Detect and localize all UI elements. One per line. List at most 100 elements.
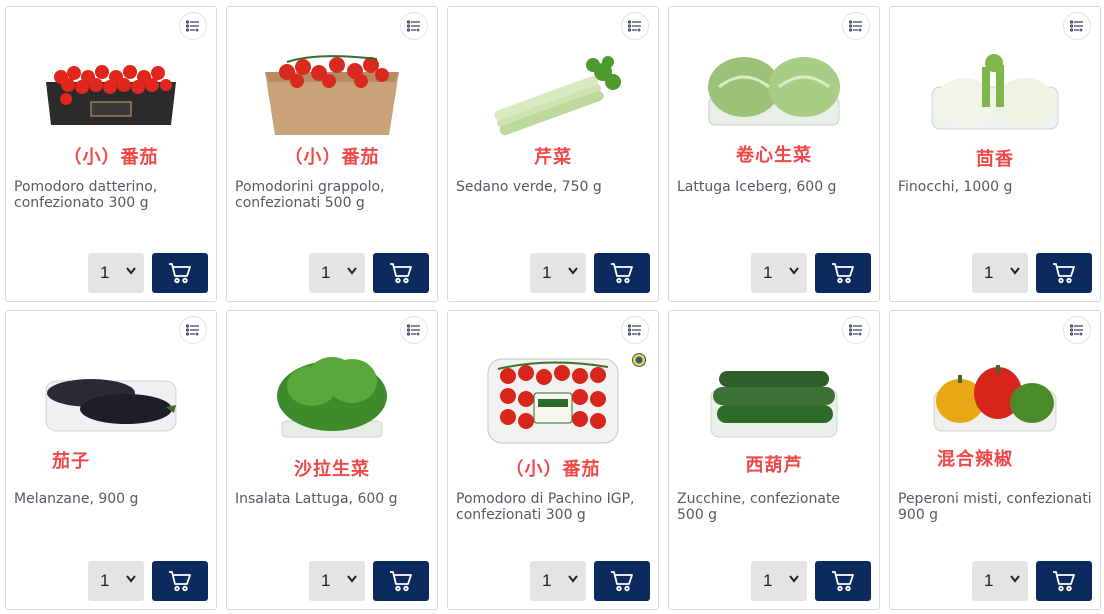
product-name: Finocchi, 1000 g	[898, 179, 1013, 195]
cart-icon	[1053, 263, 1075, 284]
add-to-list-button[interactable]	[400, 12, 428, 40]
add-to-cart-button[interactable]	[815, 253, 871, 293]
zucchini-image	[710, 371, 838, 438]
product-card: 混合辣椒 Peperoni misti, confezionati 900 g …	[889, 310, 1101, 610]
fennel-image	[931, 54, 1059, 130]
add-to-cart-button[interactable]	[1036, 253, 1092, 293]
quantity-value: 1	[763, 571, 773, 590]
product-name: Pomodorini grappolo, confezionati 500 g	[235, 179, 385, 211]
product-chinese-label: 芹菜	[534, 147, 572, 167]
quantity-value: 1	[542, 263, 552, 282]
vine-tomato-cardboard-image	[265, 55, 399, 135]
add-to-cart-button[interactable]	[815, 561, 871, 601]
cart-icon	[832, 263, 854, 284]
add-to-cart-button[interactable]	[373, 561, 429, 601]
product-card: （小）番茄 Pomodoro datterino, confezionato 3…	[5, 6, 217, 302]
product-card: 卷心生菜 Lattuga Iceberg, 600 g 1	[668, 6, 880, 302]
add-to-list-button[interactable]	[1063, 316, 1091, 344]
quantity-select[interactable]: 1	[972, 561, 1028, 601]
mixed-peppers-image	[933, 365, 1057, 432]
add-to-list-button[interactable]	[179, 316, 207, 344]
cherry-tomato-box-image	[46, 65, 176, 125]
list-add-icon	[628, 20, 641, 32]
add-to-cart-button[interactable]	[152, 561, 208, 601]
product-name: Pomodoro datterino, confezionato 300 g	[14, 179, 158, 211]
chevron-down-icon	[1010, 575, 1020, 583]
quantity-value: 1	[984, 263, 994, 282]
chevron-down-icon	[568, 267, 578, 275]
cart-icon	[390, 571, 412, 592]
add-to-list-button[interactable]	[621, 316, 649, 344]
quantity-select[interactable]: 1	[88, 253, 144, 293]
cart-icon	[1053, 571, 1075, 592]
quantity-select[interactable]: 1	[751, 253, 807, 293]
chevron-down-icon	[789, 267, 799, 275]
lettuce-image	[277, 357, 387, 438]
quantity-value: 1	[321, 571, 331, 590]
add-to-list-button[interactable]	[621, 12, 649, 40]
product-name: Melanzane, 900 g	[14, 491, 139, 507]
list-add-icon	[407, 324, 420, 336]
eggplant-image	[45, 379, 177, 432]
product-card: （小）番茄 Pomodorini grappolo, confezionati …	[226, 6, 438, 302]
list-add-icon	[186, 20, 199, 32]
cart-icon	[611, 263, 633, 284]
igp-badge-icon	[632, 353, 646, 367]
quantity-select[interactable]: 1	[530, 253, 586, 293]
add-to-list-button[interactable]	[842, 12, 870, 40]
chevron-down-icon	[126, 575, 136, 583]
product-card: 茄子 Melanzane, 900 g 1	[5, 310, 217, 610]
chevron-down-icon	[789, 575, 799, 583]
quantity-value: 1	[100, 263, 110, 282]
iceberg-lettuce-image	[708, 57, 840, 126]
product-name: Lattuga Iceberg, 600 g	[677, 179, 837, 195]
product-chinese-label: 沙拉生菜	[294, 459, 370, 479]
product-card: 芹菜 Sedano verde, 750 g 1	[447, 6, 659, 302]
quantity-select[interactable]: 1	[309, 253, 365, 293]
quantity-value: 1	[984, 571, 994, 590]
quantity-select[interactable]: 1	[530, 561, 586, 601]
add-to-list-button[interactable]	[1063, 12, 1091, 40]
quantity-select[interactable]: 1	[972, 253, 1028, 293]
chevron-down-icon	[347, 575, 357, 583]
product-card: 西葫芦 Zucchine, confezionate 500 g 1	[668, 310, 880, 610]
celery-image	[494, 56, 621, 136]
chevron-down-icon	[126, 267, 136, 275]
chevron-down-icon	[347, 267, 357, 275]
quantity-value: 1	[542, 571, 552, 590]
quantity-select[interactable]: 1	[309, 561, 365, 601]
add-to-list-button[interactable]	[400, 316, 428, 344]
list-add-icon	[628, 324, 641, 336]
cart-icon	[169, 571, 191, 592]
product-chinese-label: （小）番茄	[284, 147, 380, 167]
product-chinese-label: 西葫芦	[745, 455, 803, 475]
cart-icon	[169, 263, 191, 284]
list-add-icon	[1070, 324, 1083, 336]
product-name: Peperoni misti, confezionati 900 g	[898, 491, 1092, 523]
add-to-list-button[interactable]	[179, 12, 207, 40]
chevron-down-icon	[1010, 267, 1020, 275]
list-add-icon	[849, 20, 862, 32]
pachino-tomato-image	[487, 358, 619, 444]
product-name: Sedano verde, 750 g	[456, 179, 602, 195]
product-chinese-label: 卷心生菜	[736, 145, 812, 165]
add-to-cart-button[interactable]	[594, 561, 650, 601]
quantity-select[interactable]: 1	[751, 561, 807, 601]
product-grid: （小）番茄 Pomodoro datterino, confezionato 3…	[5, 6, 1101, 610]
cart-icon	[390, 263, 412, 284]
quantity-select[interactable]: 1	[88, 561, 144, 601]
product-name: Pomodoro di Pachino IGP, confezionati 30…	[456, 491, 635, 523]
product-name: Insalata Lattuga, 600 g	[235, 491, 398, 507]
add-to-cart-button[interactable]	[373, 253, 429, 293]
add-to-cart-button[interactable]	[1036, 561, 1092, 601]
product-chinese-label: 茴香	[976, 149, 1014, 169]
add-to-cart-button[interactable]	[594, 253, 650, 293]
cart-icon	[611, 571, 633, 592]
product-card: （小）番茄 Pomodoro di Pachino IGP, confezion…	[447, 310, 659, 610]
add-to-cart-button[interactable]	[152, 253, 208, 293]
quantity-value: 1	[763, 263, 773, 282]
list-add-icon	[407, 20, 420, 32]
add-to-list-button[interactable]	[842, 316, 870, 344]
product-chinese-label: （小）番茄	[505, 459, 601, 479]
list-add-icon	[186, 324, 199, 336]
